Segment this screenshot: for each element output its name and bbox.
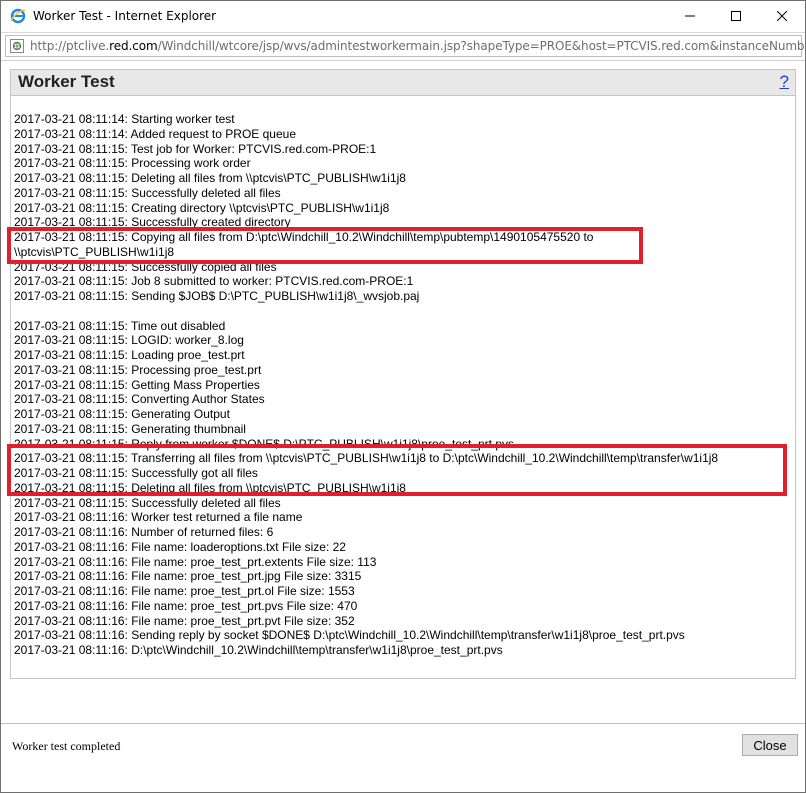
log-line: 2017-03-21 08:11:15: Generating Output [14,407,230,421]
log-line: 2017-03-21 08:11:15: Successfully delete… [14,495,281,510]
worker-test-panel: Worker Test ? 2017-03-21 08:11:14: Start… [10,69,796,679]
log-output: 2017-03-21 08:11:14: Starting worker tes… [14,112,790,658]
close-icon [776,8,788,26]
page-icon [10,39,24,53]
highlight-box-copy [7,227,643,264]
panel-title: Worker Test [18,72,115,91]
url-text: http://ptclive.red.com/Windchill/wtcore/… [30,39,806,53]
log-line: 2017-03-21 08:11:16: File name: proe_tes… [14,554,377,569]
log-line: 2017-03-21 08:11:15: Converting Author S… [14,392,265,407]
panel-header: Worker Test ? [11,70,795,96]
log-line: 2017-03-21 08:11:15: Time out disabled [14,318,226,333]
browser-window: Worker Test - Internet Explorer http://p… [0,0,806,793]
log-line: 2017-03-21 08:11:15: Creating directory … [14,200,390,215]
log-line: 2017-03-21 08:11:14: Starting worker tes… [14,112,235,126]
highlight-box-transfer [7,444,787,496]
log-line: 2017-03-21 08:11:15: Processing proe_tes… [14,362,262,377]
log-line: 2017-03-21 08:11:15: Successfully delete… [14,185,281,200]
log-line: 2017-03-21 08:11:15: Sending $JOB$ D:\PT… [14,289,420,303]
log-line: 2017-03-21 08:11:16: File name: proe_tes… [14,584,355,598]
log-line: 2017-03-21 08:11:16: D:\ptc\Windchill_10… [14,643,503,657]
log-line: 2017-03-21 08:11:15: Job 8 submitted to … [14,274,414,289]
log-line: 2017-03-21 08:11:16: File name: loaderop… [14,539,346,554]
log-line: 2017-03-21 08:11:16: Sending reply by so… [14,628,685,643]
log-line: 2017-03-21 08:11:15: Processing work ord… [14,156,251,171]
close-button[interactable]: Close [742,734,798,756]
log-line: 2017-03-21 08:11:15: Generating thumbnai… [14,421,246,436]
log-line: 2017-03-21 08:11:16: File name: proe_tes… [14,613,355,628]
log-line: 2017-03-21 08:11:15: Getting Mass Proper… [14,377,260,392]
log-line: 2017-03-21 08:11:15: Test job for Worker… [14,141,377,156]
url-host: red.com [109,39,158,53]
minimize-button[interactable] [667,1,713,32]
url-suffix: /Windchill/wtcore/jsp/wvs/admintestworke… [157,39,806,53]
address-bar: http://ptclive.red.com/Windchill/wtcore/… [1,32,805,60]
log-line: 2017-03-21 08:11:15: Loading proe_test.p… [14,348,245,362]
close-window-button[interactable] [759,1,805,32]
log-line: 2017-03-21 08:11:15: LOGID: worker_8.log [14,333,244,348]
ie-icon [10,8,26,24]
maximize-button[interactable] [713,1,759,32]
title-bar[interactable]: Worker Test - Internet Explorer [1,1,805,32]
status-footer: Worker test completed Close [1,723,805,792]
url-field[interactable]: http://ptclive.red.com/Windchill/wtcore/… [5,35,805,57]
maximize-icon [731,8,741,26]
log-line: 2017-03-21 08:11:15: Deleting all files … [14,171,406,185]
log-line: 2017-03-21 08:11:16: Number of returned … [14,525,274,539]
page-content: Worker Test ? 2017-03-21 08:11:14: Start… [1,60,805,724]
log-line: 2017-03-21 08:11:16: File name: proe_tes… [14,569,362,584]
log-line: 2017-03-21 08:11:16: File name: proe_tes… [14,598,358,613]
log-line: 2017-03-21 08:11:16: Worker test returne… [14,510,303,525]
url-prefix: http://ptclive. [30,39,110,53]
log-line: 2017-03-21 08:11:14: Added request to PR… [14,126,296,141]
status-text: Worker test completed [12,739,121,753]
minimize-icon [685,8,695,26]
help-link[interactable]: ? [780,72,789,92]
window-title: Worker Test - Internet Explorer [33,9,217,23]
